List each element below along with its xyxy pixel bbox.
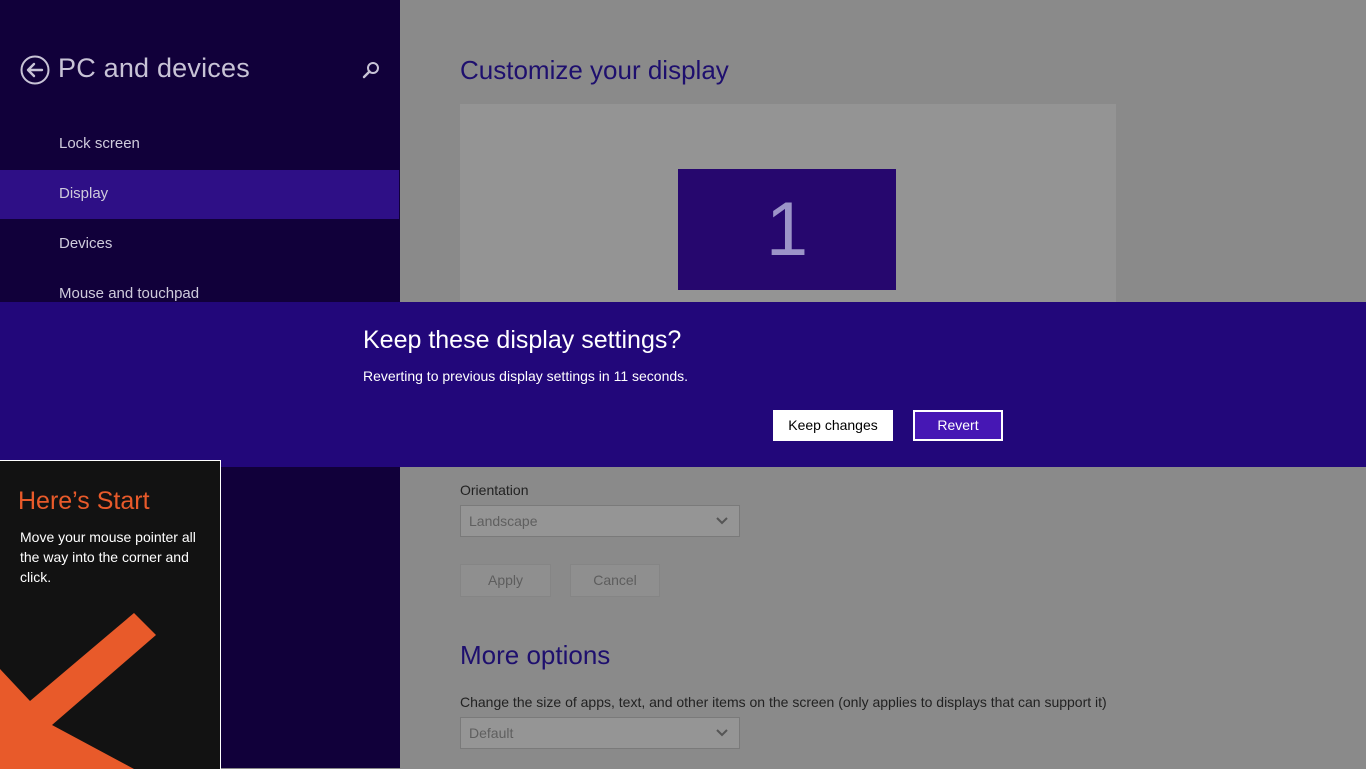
size-label: Change the size of apps, text, and other…: [460, 694, 1107, 710]
orientation-label: Orientation: [460, 482, 529, 498]
sidebar-item-label: Mouse and touchpad: [59, 285, 200, 302]
size-value: Default: [469, 725, 514, 741]
start-tip: Here’s Start Move your mouse pointer all…: [0, 460, 221, 769]
page-title: Customize your display: [460, 55, 729, 85]
sidebar-item-display[interactable]: Display: [0, 170, 399, 219]
keep-changes-button[interactable]: Keep changes: [773, 410, 893, 441]
back-arrow-icon[interactable]: [20, 55, 50, 85]
arrow-down-left-icon: [0, 613, 156, 769]
orientation-dropdown[interactable]: Landscape: [460, 505, 740, 537]
sidebar-item-label: Devices: [59, 235, 113, 252]
sidebar-item-lock-screen[interactable]: Lock screen: [0, 120, 399, 169]
sidebar-item-label: Lock screen: [59, 135, 140, 152]
tip-title: Here’s Start: [18, 487, 150, 515]
revert-button[interactable]: Revert: [913, 410, 1003, 441]
dialog-title: Keep these display settings?: [363, 326, 682, 354]
dialog-message: Reverting to previous display settings i…: [363, 368, 689, 384]
search-icon[interactable]: [360, 60, 382, 82]
chevron-down-icon: [716, 729, 728, 737]
monitor-tile[interactable]: 1: [678, 169, 896, 290]
cancel-button[interactable]: Cancel: [570, 564, 660, 597]
sidebar-item-label: Display: [59, 185, 109, 202]
sidebar-title: PC and devices: [58, 53, 250, 83]
more-options-title: More options: [460, 640, 611, 670]
tip-body: Move your mouse pointer all the way into…: [20, 529, 196, 585]
sidebar-item-devices[interactable]: Devices: [0, 220, 399, 269]
keep-settings-dialog: Keep these display settings? Reverting t…: [0, 302, 1366, 467]
orientation-value: Landscape: [469, 513, 538, 529]
chevron-down-icon: [716, 517, 728, 525]
size-dropdown[interactable]: Default: [460, 717, 740, 749]
apply-button[interactable]: Apply: [460, 564, 551, 597]
